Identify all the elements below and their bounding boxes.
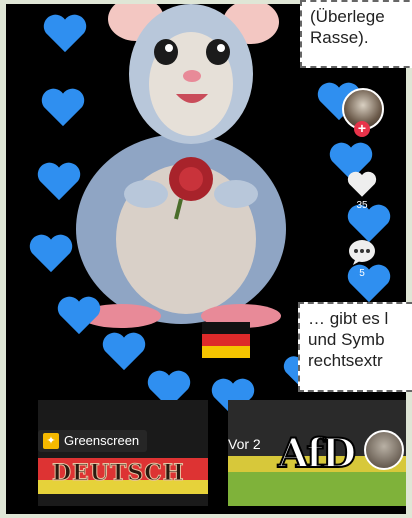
thumbnail-afd[interactable]: Vor 2 AfD xyxy=(228,400,406,506)
caption-bottom-line2: und Symb xyxy=(308,330,385,349)
comment-count: 5 xyxy=(359,268,365,279)
time-prefix: Vor 2 xyxy=(228,436,261,452)
heart-icon xyxy=(29,234,73,273)
heart-icon xyxy=(43,14,87,53)
afd-text: AfD xyxy=(277,429,357,478)
deutsch-banner: DEUTSCH xyxy=(38,458,208,494)
caption-bottom: … gibt es l und Symb rechtsextr xyxy=(298,302,412,392)
heart-icon xyxy=(37,162,81,201)
caption-bottom-line3: rechtsextr xyxy=(308,351,383,370)
caption-top: (Überlege Rasse). xyxy=(300,0,412,68)
greenscreen-badge[interactable]: ✦ Greenscreen xyxy=(38,430,148,452)
greenscreen-icon: ✦ xyxy=(43,433,59,449)
follow-button[interactable]: + xyxy=(354,121,370,137)
caption-top-line2: Rasse). xyxy=(310,28,369,47)
video-frame[interactable]: + 35 5 ✦ Greenscreen DEUTSCH Vor 2 AfD xyxy=(6,4,406,514)
caption-bottom-line1: … gibt es l xyxy=(308,309,389,328)
heart-icon xyxy=(102,332,146,371)
caption-top-line1: (Überlege xyxy=(310,7,385,26)
like-count: 35 xyxy=(356,200,368,211)
germany-flag-icon xyxy=(202,322,250,358)
comment-icon[interactable] xyxy=(347,238,377,266)
deutsch-text: DEUTSCH xyxy=(52,460,185,487)
thumbnail-deutsch[interactable]: ✦ Greenscreen DEUTSCH xyxy=(38,400,208,506)
heart-icon[interactable] xyxy=(346,170,378,198)
heart-icon xyxy=(57,296,101,335)
creator-avatar[interactable] xyxy=(364,430,404,470)
greenscreen-label: Greenscreen xyxy=(64,433,140,448)
bottom-thumbnails: ✦ Greenscreen DEUTSCH Vor 2 AfD xyxy=(28,400,406,514)
heart-icon xyxy=(41,88,85,127)
